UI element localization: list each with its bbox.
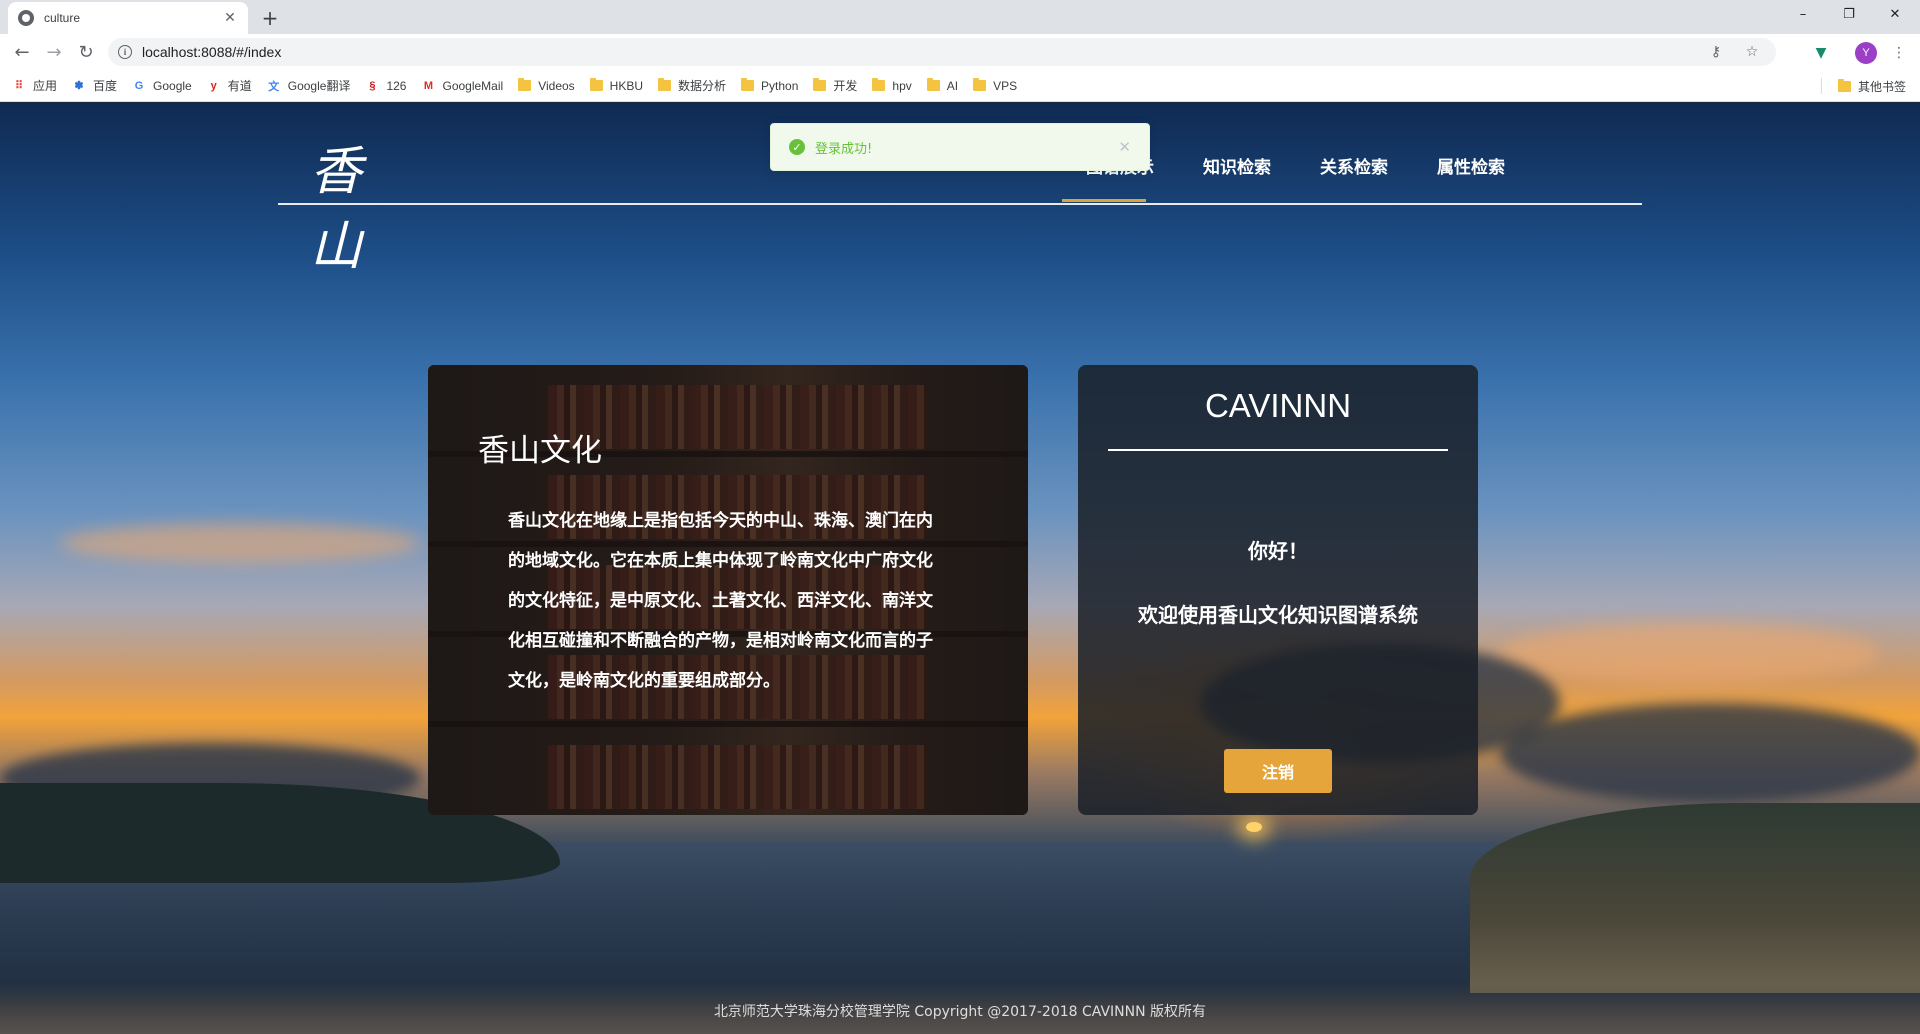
reload-icon[interactable]: ↻ (74, 40, 98, 64)
bookmark-label: VPS (993, 78, 1018, 93)
user-card: CAVINNN 你好！ 欢迎使用香山文化知识图谱系统 注销 (1078, 365, 1478, 815)
star-icon[interactable]: ☆ (1740, 44, 1764, 60)
bookmark-folder-vps[interactable]: VPS (973, 78, 1018, 93)
site-logo[interactable]: 香山 (310, 129, 390, 277)
bookmark-label: Google翻译 (287, 79, 351, 93)
sun (1246, 822, 1262, 832)
divider (1108, 449, 1448, 451)
bookmarks-bar: ⠿ 应用 ✽ 百度 G Google y 有道 文 Google翻译 § 126… (0, 70, 1920, 102)
bookmark-other-folder[interactable]: 其他书签 (1837, 70, 1906, 102)
welcome-text: 欢迎使用香山文化知识图谱系统 (1138, 603, 1418, 627)
bookmark-label: GoogleMail (442, 78, 504, 93)
menu-dots-icon[interactable]: ⋮ (1888, 42, 1910, 64)
bookmark-google-translate[interactable]: 文 Google翻译 (267, 77, 351, 94)
bookmark-label: 126 (386, 78, 407, 93)
toast-message: 登录成功! (815, 141, 873, 157)
page-footer: 北京师范大学珠海分校管理学院 Copyright @2017-2018 CAVI… (713, 1004, 1207, 1020)
bookmark-folder-python[interactable]: Python (741, 78, 799, 93)
bookmark-folder-dev[interactable]: 开发 (813, 77, 857, 94)
bookmark-folder-data-analysis[interactable]: 数据分析 (658, 77, 726, 94)
page-viewport: 香山 图谱展示 知识检索 关系检索 属性检索 ✓ 登录成功! ✕ 香山文化 香山… (0, 103, 1920, 1034)
browser-tab[interactable]: culture ✕ (8, 2, 248, 34)
culture-description: 香山文化在地缘上是指包括今天的中山、珠海、澳门在内的地域文化。它在本质上集中体现… (508, 511, 933, 691)
bookmark-gmail[interactable]: M GoogleMail (421, 79, 503, 93)
culture-title: 香山文化 (478, 433, 602, 469)
avatar[interactable]: Y (1855, 42, 1877, 64)
bookmark-label: 应用 (33, 79, 58, 93)
success-toast: ✓ 登录成功! ✕ (770, 123, 1150, 171)
folder-icon (1837, 78, 1851, 92)
bookmark-youdao[interactable]: y 有道 (207, 77, 252, 94)
bookmark-label: AI (946, 78, 959, 93)
logo-text: 香山 (310, 142, 362, 277)
bookmark-label: Google (153, 78, 192, 93)
folder-icon (973, 78, 987, 91)
bookmark-folder-videos[interactable]: Videos (518, 78, 575, 93)
bookmark-126[interactable]: § 126 (365, 79, 406, 93)
cloud (60, 523, 420, 563)
username: CAVINNN (1204, 387, 1352, 424)
check-circle-icon: ✓ (789, 139, 805, 155)
bookmark-apps[interactable]: ⠿ 应用 (12, 77, 57, 94)
folder-icon (872, 78, 886, 91)
bookmark-label: 数据分析 (678, 79, 727, 93)
gmail-m-icon: M (423, 79, 434, 92)
cloud (1500, 623, 1880, 683)
bookmark-baidu[interactable]: ✽ 百度 (72, 77, 117, 94)
bookmark-label: 其他书签 (1857, 79, 1906, 94)
baidu-paw-icon: ✽ (74, 80, 84, 92)
google-g-icon: G (134, 79, 144, 92)
restore-icon[interactable]: ❐ (1826, 0, 1872, 28)
bookmark-label: HKBU (609, 78, 644, 93)
main-nav: 图谱展示 知识检索 关系检索 属性检索 (1086, 153, 1554, 178)
apps-grid-icon: ⠿ (14, 80, 24, 92)
key-icon[interactable]: ⚷ (1704, 44, 1728, 60)
folder-icon (813, 78, 827, 91)
close-icon[interactable]: ✕ (222, 10, 238, 26)
bookmark-google[interactable]: G Google (132, 79, 192, 93)
folder-icon (518, 78, 532, 91)
folder-icon (926, 78, 940, 91)
info-icon[interactable]: i (118, 45, 132, 59)
google-translate-icon: 文 (268, 80, 280, 93)
address-bar[interactable]: i localhost:8088/#/index ⚷ ☆ (108, 38, 1776, 66)
globe-icon (18, 10, 34, 26)
bookmark-label: Videos (538, 78, 575, 93)
bookmark-label: 有道 (227, 79, 252, 93)
url-text[interactable]: localhost:8088/#/index (142, 44, 1704, 60)
back-arrow-icon[interactable]: ← (10, 40, 34, 64)
nav-relation-search[interactable]: 关系检索 (1320, 153, 1388, 178)
bookmark-folder-hkbu[interactable]: HKBU (589, 78, 644, 93)
tab-title: culture (44, 11, 81, 25)
bookmark-label: 百度 (93, 79, 118, 93)
126-mail-icon: § (369, 79, 376, 92)
folder-icon (741, 78, 755, 91)
bookmark-label: Python (761, 78, 799, 93)
greeting-text: 你好！ (1248, 539, 1308, 563)
nav-knowledge-search[interactable]: 知识检索 (1203, 153, 1271, 178)
bookmark-separator (1821, 78, 1822, 94)
bookmark-folder-hpv[interactable]: hpv (872, 78, 912, 93)
bookmark-folder-ai[interactable]: AI (926, 78, 959, 93)
bookmark-label: 开发 (833, 79, 858, 93)
nav-active-indicator (1062, 199, 1146, 202)
folder-icon (658, 78, 672, 91)
island (1470, 803, 1920, 993)
minimize-icon[interactable]: – (1780, 0, 1826, 28)
folder-icon (589, 78, 603, 91)
logout-button[interactable]: 注销 (1224, 749, 1332, 793)
close-icon[interactable]: ✕ (1118, 138, 1131, 156)
bookmark-label: hpv (892, 78, 912, 93)
forward-arrow-icon[interactable]: → (42, 40, 66, 64)
youdao-y-icon: y (210, 79, 217, 92)
new-tab-icon[interactable]: + (258, 6, 282, 30)
window-close-icon[interactable]: ✕ (1872, 0, 1918, 28)
culture-intro-card: 香山文化 香山文化在地缘上是指包括今天的中山、珠海、澳门在内的地域文化。它在本质… (428, 365, 1028, 815)
tab-strip: culture ✕ + – ❐ ✕ (0, 0, 1920, 34)
cloud (1500, 703, 1920, 803)
browser-toolbar: ← → ↻ i localhost:8088/#/index ⚷ ☆ ▼ Y ⋮ (0, 34, 1920, 70)
vue-devtools-icon[interactable]: ▼ (1810, 42, 1832, 64)
nav-attribute-search[interactable]: 属性检索 (1437, 153, 1505, 178)
